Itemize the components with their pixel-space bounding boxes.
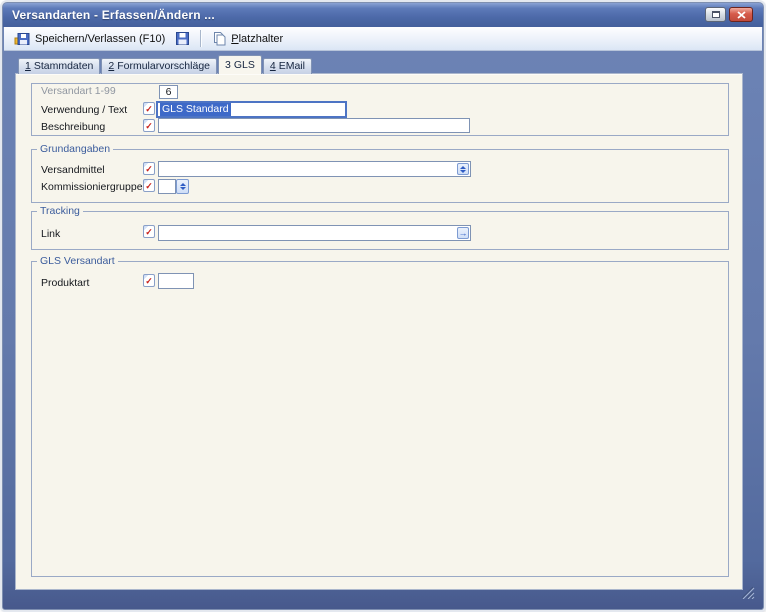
tracking-legend: Tracking	[37, 205, 83, 217]
kommissioniergruppe-input[interactable]	[158, 179, 176, 194]
save-exit-label: Speichern/Verlassen (F10)	[35, 32, 166, 45]
beschreibung-input[interactable]	[158, 118, 470, 133]
verwendung-check-icon[interactable]: ✓	[143, 102, 155, 115]
spinner-up-icon	[460, 165, 466, 169]
platzhalter-label: Platzhalter	[231, 32, 284, 45]
link-label: Link	[41, 228, 61, 240]
link-check-icon[interactable]: ✓	[143, 225, 155, 238]
kommissioniergruppe-check-icon[interactable]: ✓	[143, 179, 155, 192]
verwendung-selected-text: GLS Standard	[160, 103, 231, 116]
versandmittel-input[interactable]	[158, 161, 471, 177]
restore-button[interactable]	[705, 7, 726, 22]
titlebar[interactable]: Versandarten - Erfassen/Ändern ...	[3, 3, 763, 27]
versandart-label: Versandart 1-99	[41, 85, 116, 97]
tab-formularvorschlaege[interactable]: 2 Formularvorschläge	[101, 58, 218, 74]
save-exit-icon	[14, 32, 30, 45]
platzhalter-button[interactable]: Platzhalter	[206, 29, 288, 49]
versandmittel-label: Versandmittel	[41, 164, 105, 176]
spinner-down-icon	[460, 169, 466, 173]
gls-versandart-legend: GLS Versandart	[37, 255, 118, 267]
link-open-button[interactable]: →	[457, 227, 469, 239]
grundangaben-legend: Grundangaben	[37, 143, 114, 155]
verwendung-label: Verwendung / Text	[41, 104, 128, 116]
save-icon	[176, 32, 190, 45]
kommissioniergruppe-label: Kommissioniergruppe	[41, 181, 143, 193]
toolbar-separator	[200, 30, 202, 47]
form-panel: Versandart 1-99 Verwendung / Text ✓ GLS …	[15, 73, 743, 590]
versandart-input[interactable]	[159, 85, 178, 99]
section-gls-versandart: GLS Versandart	[31, 255, 729, 577]
restore-icon	[711, 11, 720, 18]
toolbar: Speichern/Verlassen (F10) Platzhalter	[4, 27, 762, 51]
tab-stammdaten[interactable]: 1 Stammdaten	[18, 58, 101, 74]
save-button[interactable]	[170, 29, 195, 49]
produktart-input[interactable]	[158, 273, 194, 289]
versandmittel-spinner[interactable]	[457, 163, 469, 175]
verwendung-input[interactable]: GLS Standard	[156, 101, 347, 118]
close-icon	[736, 10, 746, 19]
beschreibung-check-icon[interactable]: ✓	[143, 119, 155, 132]
spinner-down-icon	[179, 187, 186, 190]
close-button[interactable]	[729, 7, 753, 22]
window-controls	[705, 7, 753, 22]
copy-icon	[214, 32, 226, 46]
versandmittel-check-icon[interactable]: ✓	[143, 162, 155, 175]
tab-gls[interactable]: 3 GLS	[218, 55, 262, 74]
window-title: Versandarten - Erfassen/Ändern ...	[12, 8, 215, 22]
link-input[interactable]: →	[158, 225, 471, 241]
save-exit-button[interactable]: Speichern/Verlassen (F10)	[9, 29, 170, 49]
beschreibung-label: Beschreibung	[41, 121, 106, 133]
produktart-label: Produktart	[41, 277, 90, 289]
resize-grip[interactable]	[739, 586, 755, 604]
tab-bar: 1 Stammdaten 2 Formularvorschläge 3 GLS 4 EM…	[18, 55, 313, 74]
tab-email[interactable]: 4 EMail	[262, 58, 312, 74]
window: Versandarten - Erfassen/Ändern ... Speic…	[2, 2, 764, 610]
produktart-check-icon[interactable]: ✓	[143, 274, 155, 287]
kommissioniergruppe-spinner[interactable]	[176, 179, 189, 194]
spinner-up-icon	[179, 183, 186, 186]
